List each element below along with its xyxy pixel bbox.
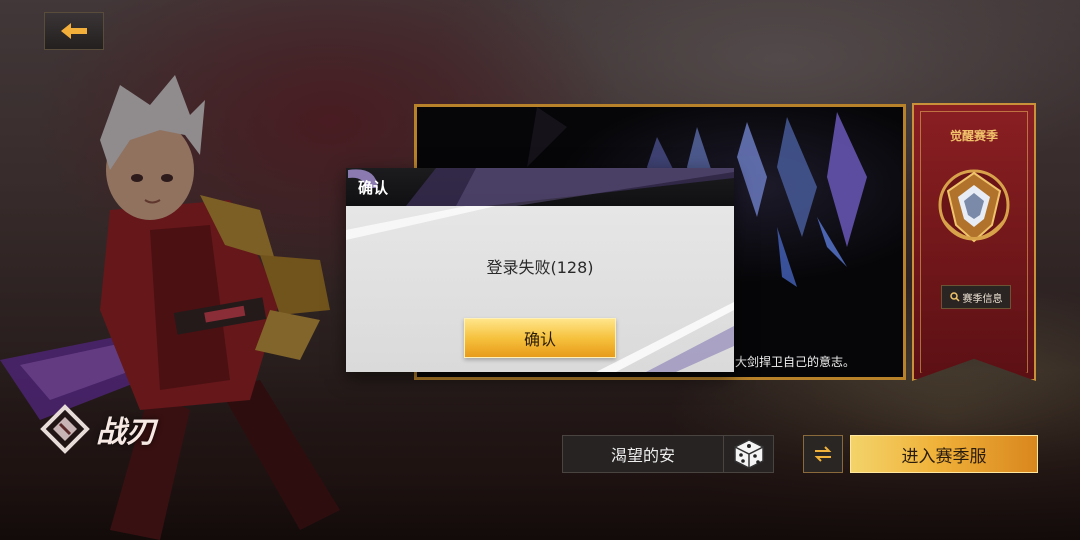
enter-season-server-button[interactable]: 进入赛季服 xyxy=(850,435,1038,473)
video-caption: 大剑捍卫自己的意志。 xyxy=(735,355,856,369)
dialog-confirm-button[interactable]: 确认 xyxy=(464,318,616,358)
back-button[interactable] xyxy=(44,12,104,50)
class-logo: 战刃 xyxy=(40,404,156,454)
header-swoosh-decoration xyxy=(406,168,734,206)
season-info-button[interactable]: 赛季信息 xyxy=(941,285,1011,309)
search-icon xyxy=(949,292,960,302)
dialog-header: 确认 xyxy=(346,168,734,206)
season-emblem-icon xyxy=(938,169,1010,243)
class-emblem-icon xyxy=(40,404,90,454)
dialog-title: 确认 xyxy=(358,179,389,197)
class-name: 战刃 xyxy=(96,415,156,450)
dialog-message: 登录失败(128) xyxy=(486,258,594,277)
season-banner[interactable]: 觉醒赛季 赛季信息 xyxy=(912,103,1036,381)
player-name-field[interactable]: 渴望的安 xyxy=(562,435,724,473)
login-error-dialog: 确认 登录失败(128) 确认 xyxy=(346,168,734,372)
season-info-label: 赛季信息 xyxy=(962,293,1003,305)
dialog-body: 登录失败(128) 确认 xyxy=(346,206,734,372)
season-title: 觉醒赛季 xyxy=(949,129,998,143)
back-arrow-icon xyxy=(61,23,87,39)
switch-server-button[interactable] xyxy=(803,435,843,473)
swap-icon xyxy=(814,446,832,462)
random-name-button[interactable] xyxy=(724,435,774,473)
dice-icon xyxy=(733,439,764,469)
